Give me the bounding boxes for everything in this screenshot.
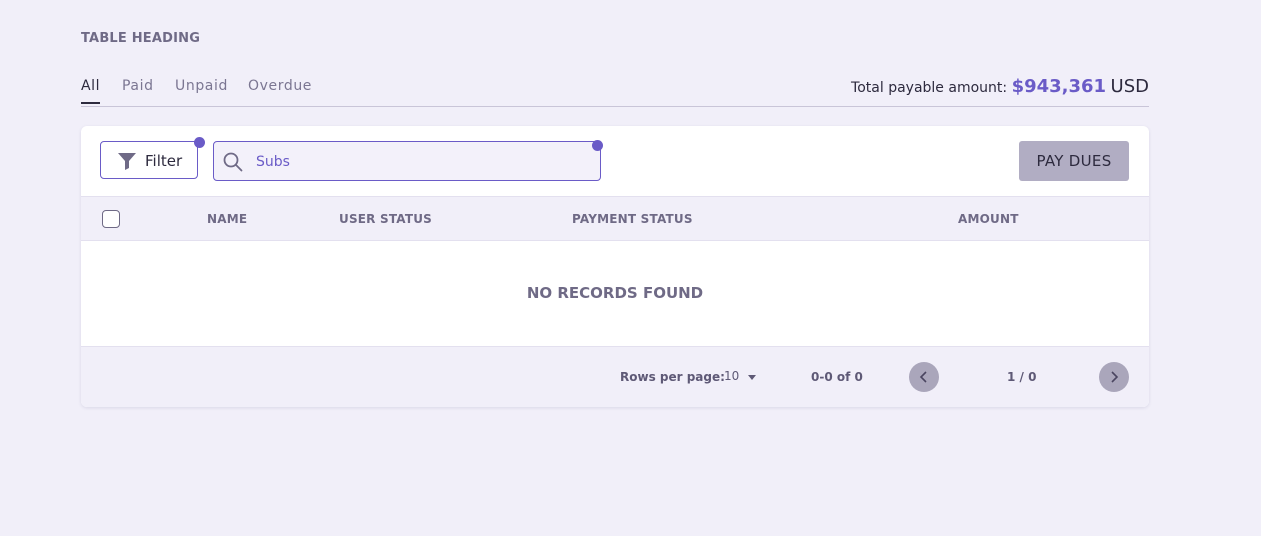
total-payable: Total payable amount: $943,361 USD [851,76,1149,97]
search-active-indicator [592,140,603,151]
table-toolbar: Filter PAY DUES [81,126,1149,196]
filter-active-indicator [194,137,205,148]
filter-funnel-icon [117,152,137,170]
column-header-user-status[interactable]: USER STATUS [339,212,432,226]
next-page-button[interactable] [1099,362,1129,392]
tab-bar: All Paid Unpaid Overdue Total payable am… [81,76,1149,107]
rows-per-page-label: Rows per page: [620,370,725,384]
column-header-payment-status[interactable]: PAYMENT STATUS [572,212,693,226]
filter-button-label: Filter [145,152,183,170]
tab-unpaid[interactable]: Unpaid [175,78,228,102]
table-pagination: Rows per page: 10 0-0 of 0 1 / 0 [81,346,1149,407]
search-icon [223,152,243,172]
previous-page-button[interactable] [909,362,939,392]
chevron-left-icon [919,371,927,383]
chevron-right-icon [1111,371,1119,383]
total-payable-label: Total payable amount: [851,80,1008,96]
search-field[interactable] [213,141,601,181]
table-header: NAME USER STATUS PAYMENT STATUS AMOUNT [81,196,1149,241]
tab-paid[interactable]: Paid [122,78,154,102]
table-card: Filter PAY DUES NAME USER STATUS PAYMENT… [81,126,1149,407]
column-header-name[interactable]: NAME [207,212,247,226]
tab-all[interactable]: All [81,78,101,104]
rows-per-page-select[interactable]: 10 [724,369,756,383]
filter-button[interactable]: Filter [100,141,198,179]
select-all-checkbox[interactable] [102,210,120,228]
total-payable-amount: $943,361 [1011,76,1107,97]
caret-down-icon [748,375,756,380]
pay-dues-button[interactable]: PAY DUES [1019,141,1129,181]
total-payable-currency: USD [1110,76,1149,97]
tab-overdue[interactable]: Overdue [248,78,312,102]
search-input[interactable] [254,151,588,173]
empty-state-message: NO RECORDS FOUND [526,284,704,302]
rows-per-page-value: 10 [724,369,740,383]
column-header-amount[interactable]: AMOUNT [958,212,1019,226]
page-title: TABLE HEADING [81,31,201,46]
pagination-range: 0-0 of 0 [811,370,863,384]
page-indicator: 1 / 0 [1007,370,1037,384]
